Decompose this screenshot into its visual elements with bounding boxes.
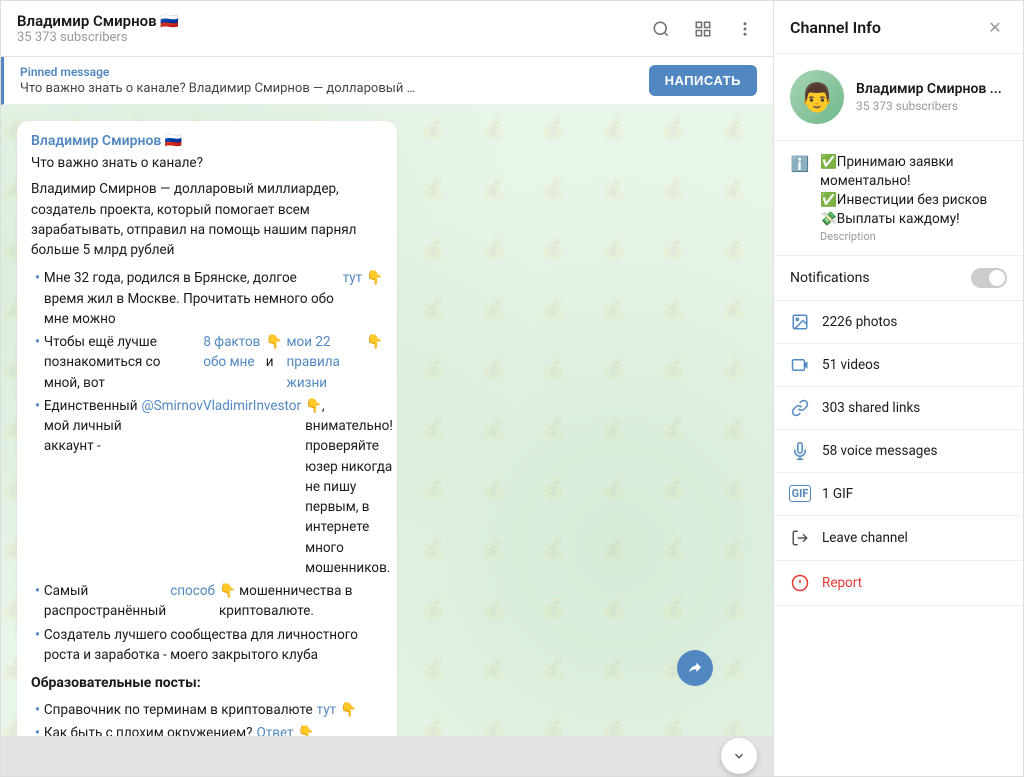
edu-header: Образовательные посты:	[31, 673, 383, 694]
channel-display-name: Владимир Смирнов ...	[856, 81, 1002, 97]
message-content: Что важно знать о канале? Владимир Смирн…	[31, 153, 383, 736]
channel-avatar: 👨	[790, 70, 844, 124]
photos-label: 2226 photos	[822, 314, 1007, 330]
chat-panel: Владимир Смирнов 🇷🇺 35 373 subscribers	[1, 1, 773, 776]
list-item: Чтобы ещё лучше познакомиться со мной, в…	[35, 332, 383, 393]
pinned-label: Pinned message	[20, 65, 420, 79]
leave-channel-label: Leave channel	[822, 530, 908, 546]
list-item: Мне 32 года, родился в Брянске, долгое в…	[35, 268, 383, 329]
leave-icon	[790, 528, 810, 548]
close-button[interactable]: ✕	[983, 15, 1007, 39]
leave-channel-row[interactable]: Leave channel	[774, 516, 1023, 561]
description-label: Description	[820, 230, 1007, 243]
description-row[interactable]: ℹ️ ✅Принимаю заявки моментально! ✅Инвест…	[774, 141, 1023, 255]
media-section: 2226 photos 51 videos	[774, 301, 1023, 516]
list-item: Как быть с плохим окружением? Ответ 👇	[35, 723, 383, 736]
videos-row[interactable]: 51 videos	[774, 344, 1023, 387]
links-label: 303 shared links	[822, 400, 1007, 416]
voice-row[interactable]: 58 voice messages	[774, 430, 1023, 473]
chat-title-row: Владимир Смирнов 🇷🇺	[17, 12, 179, 30]
message-bubble: Владимир Смирнов 🇷🇺 Что важно знать о ка…	[17, 121, 397, 736]
report-row[interactable]: Report	[774, 561, 1023, 606]
message-intro: Владимир Смирнов — долларовый миллиардер…	[31, 179, 383, 260]
chat-header: Владимир Смирнов 🇷🇺 35 373 subscribers	[1, 1, 773, 57]
channel-profile: 👨 Владимир Смирнов ... 35 373 subscriber…	[774, 54, 1023, 141]
write-button[interactable]: НАПИСАТЬ	[649, 65, 757, 96]
pinned-bar[interactable]: Pinned message Что важно знать о канале?…	[1, 57, 773, 105]
list-item: Справочник по терминам в криптовалюте ту…	[35, 700, 383, 720]
report-icon	[790, 573, 810, 593]
channel-info-title: Channel Info	[790, 18, 881, 37]
chat-background: Владимир Смирнов 🇷🇺 Что важно знать о ка…	[1, 105, 773, 736]
links-row[interactable]: 303 shared links	[774, 387, 1023, 430]
layout-icon[interactable]	[691, 17, 715, 41]
notifications-row: Notifications	[774, 256, 1023, 301]
more-icon[interactable]	[733, 17, 757, 41]
videos-icon	[790, 355, 810, 375]
description-section: ℹ️ ✅Принимаю заявки моментально! ✅Инвест…	[774, 141, 1023, 256]
videos-label: 51 videos	[822, 357, 1007, 373]
photos-row[interactable]: 2226 photos	[774, 301, 1023, 344]
photos-icon	[790, 312, 810, 332]
header-icons	[649, 17, 757, 41]
links-icon	[790, 398, 810, 418]
description-content: ✅Принимаю заявки моментально! ✅Инвестици…	[820, 153, 1007, 243]
search-icon[interactable]	[649, 17, 673, 41]
report-label: Report	[822, 575, 862, 591]
gif-row[interactable]: GIF 1 GIF	[774, 473, 1023, 516]
notifications-label: Notifications	[790, 270, 870, 286]
info-icon: ℹ️	[790, 154, 810, 174]
gif-icon: GIF	[790, 484, 810, 504]
info-header: Channel Info ✕	[774, 1, 1023, 54]
gif-label: 1 GIF	[822, 486, 1007, 502]
voice-label: 58 voice messages	[822, 443, 1007, 459]
bottom-bar	[1, 736, 773, 776]
scroll-down-button[interactable]	[721, 738, 757, 774]
channel-info-panel: Channel Info ✕ 👨 Владимир Смирнов ... 35…	[773, 1, 1023, 776]
channel-name: Владимир Смирнов 🇷🇺	[17, 12, 179, 30]
voice-icon	[790, 441, 810, 461]
list-item: Единственный мой личный аккаунт - @Smirn…	[35, 396, 383, 578]
list-item: Создатель лучшего сообщества для личност…	[35, 625, 383, 666]
channel-info-text: Владимир Смирнов ... 35 373 subscribers	[856, 81, 1002, 113]
message-sender: Владимир Смирнов 🇷🇺	[31, 133, 383, 149]
actions-section: Leave channel Report	[774, 516, 1023, 606]
pinned-content: Pinned message Что важно знать о канале?…	[20, 65, 420, 96]
forward-button[interactable]	[677, 650, 713, 686]
channel-subs: 35 373 subscribers	[856, 99, 1002, 113]
pinned-text: Что важно знать о канале? Владимир Смирн…	[20, 81, 420, 96]
bullet-list-main: Мне 32 года, родился в Брянске, долгое в…	[31, 268, 383, 665]
chat-header-left: Владимир Смирнов 🇷🇺 35 373 subscribers	[17, 12, 179, 45]
edu-list: Справочник по терминам в криптовалюте ту…	[31, 700, 383, 736]
message-question: Что важно знать о канале?	[31, 153, 383, 173]
subscriber-count: 35 373 subscribers	[17, 30, 179, 45]
description-text: ✅Принимаю заявки моментально! ✅Инвестици…	[820, 153, 1007, 229]
notifications-toggle[interactable]	[971, 268, 1007, 288]
list-item: Самый распространённый способ👇 мошенниче…	[35, 581, 383, 622]
